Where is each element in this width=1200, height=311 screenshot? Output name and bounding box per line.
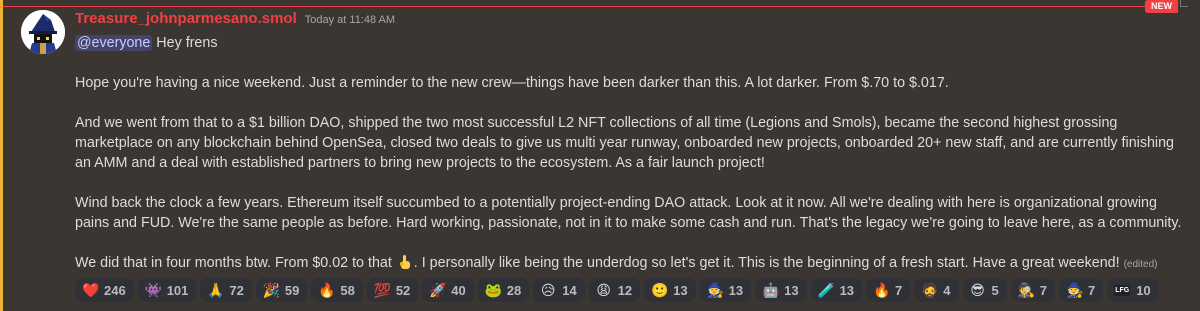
rocket-icon: 🚀 [429, 282, 447, 298]
reaction-button[interactable]: ❤️ 246 [75, 278, 134, 302]
reaction-count: 101 [166, 282, 189, 298]
reaction-count: 7 [1039, 282, 1047, 298]
red-heart-icon: ❤️ [82, 282, 100, 298]
avatar[interactable] [21, 10, 65, 54]
reaction-button[interactable]: 🚀 40 [422, 278, 474, 302]
reaction-count: 13 [673, 282, 688, 298]
everyone-mention[interactable]: @everyone [75, 35, 153, 51]
greeting-line: @everyone Hey frens [75, 33, 1185, 53]
greeting-text: Hey frens [152, 35, 218, 51]
paragraph-4: We did that in four months btw. From $0.… [75, 253, 1185, 275]
timestamp[interactable]: Today at 11:48 AM [305, 14, 395, 26]
reaction-button[interactable]: 😎 5 [962, 278, 1007, 302]
reaction-count: 7 [895, 282, 903, 298]
message-container: NEW Treasure_johnparmesano.smol Today at… [0, 0, 1200, 311]
custom-emoji-icon: 🧙 [706, 282, 725, 298]
reaction-count: 72 [229, 282, 244, 298]
fire-icon: 🔥 [318, 282, 336, 298]
reaction-count: 10 [1136, 282, 1151, 298]
edited-label: (edited) [1123, 259, 1158, 270]
reaction-count: 7 [1087, 282, 1096, 298]
reaction-button[interactable]: 🧙 13 [699, 278, 752, 302]
reaction-button[interactable]: 🧙 7 [1058, 278, 1104, 302]
reaction-count: 12 [617, 282, 633, 298]
reaction-count: 5 [991, 282, 999, 298]
party-popper-icon: 🎉 [262, 282, 281, 298]
message-header: Treasure_johnparmesano.smol Today at 11:… [75, 10, 395, 30]
reaction-count: 52 [395, 282, 411, 298]
reaction-button[interactable]: 👾 101 [137, 278, 197, 302]
reaction-count: 13 [784, 282, 799, 298]
new-messages-divider [3, 6, 1160, 7]
disappointed-face-icon: 😥 [540, 282, 556, 298]
reaction-count: 13 [839, 282, 855, 298]
reaction-count: 14 [562, 282, 577, 298]
hundred-points-icon: 💯 [373, 282, 392, 298]
reaction-button[interactable]: 🤖 13 [755, 278, 807, 302]
lfg-icon: LFG [1114, 284, 1131, 296]
message-body: @everyone Hey frens Hope you're having a… [75, 33, 1185, 275]
custom-emoji-icon: 🧙 [1065, 282, 1084, 298]
reaction-button[interactable]: 🎉 59 [255, 278, 308, 302]
weary-face-icon: 😩 [596, 282, 611, 298]
custom-emoji-icon: 👾 [144, 282, 163, 298]
paragraph-3: Wind back the clock a few years. Ethereu… [75, 195, 1182, 231]
reaction-button[interactable]: 🔥 58 [311, 278, 363, 302]
reaction-button[interactable]: 😩 12 [588, 278, 641, 302]
reactions-bar: ❤️ 246 👾 101 🙏 72 🎉 59 🔥 58 💯 52 🚀 40 🐸 28 😥 14 😩 12 🙂 13 🧙 13 🤖… [75, 278, 1159, 302]
sunglasses-face-icon: 😎 [970, 282, 985, 298]
reaction-button[interactable]: 😥 14 [533, 278, 585, 302]
reaction-count: 4 [943, 282, 951, 298]
username[interactable]: Treasure_johnparmesano.smol [75, 10, 297, 27]
pointing-up-hand-icon [399, 255, 410, 269]
reaction-count: 58 [340, 282, 355, 298]
reaction-button[interactable]: 💯 52 [366, 278, 419, 302]
wizard-avatar-icon [21, 10, 65, 54]
smiling-face-icon: 🙂 [651, 282, 669, 298]
corner-marker-icon [1180, 0, 1188, 7]
reaction-count: 59 [284, 282, 300, 298]
custom-emoji-icon: 🔥 [873, 282, 891, 298]
reaction-button[interactable]: 🕵️ 7 [1010, 278, 1055, 302]
reaction-count: 28 [506, 282, 522, 298]
reaction-button[interactable]: 🙂 13 [644, 278, 696, 302]
paragraph-4-start: We did that in four months btw. From $0.… [75, 255, 396, 271]
custom-emoji-icon: 🧪 [817, 282, 835, 298]
reaction-button[interactable]: 🐸 28 [477, 278, 530, 302]
reaction-button[interactable]: LFG 10 [1107, 278, 1159, 302]
reaction-button[interactable]: 🧔 4 [914, 278, 959, 302]
praying-hands-icon: 🙏 [207, 282, 225, 298]
reaction-button[interactable]: 🔥 7 [866, 278, 911, 302]
reaction-button[interactable]: 🧪 13 [810, 278, 863, 302]
paragraph-2: And we went from that to a $1 billion DA… [75, 115, 1175, 171]
reaction-count: 40 [451, 282, 466, 298]
custom-emoji-icon: 🐸 [484, 282, 503, 298]
custom-emoji-icon: 🕵️ [1017, 282, 1036, 298]
paragraph-4-end: . I personally like being the underdog s… [413, 255, 1124, 271]
reaction-count: 13 [728, 282, 744, 298]
reaction-count: 246 [104, 282, 126, 298]
new-badge: NEW [1145, 0, 1178, 13]
custom-emoji-icon: 🤖 [762, 282, 780, 298]
paragraph-1: Hope you're having a nice weekend. Just … [75, 75, 949, 91]
custom-emoji-icon: 🧔 [921, 282, 939, 298]
reaction-button[interactable]: 🙏 72 [200, 278, 252, 302]
